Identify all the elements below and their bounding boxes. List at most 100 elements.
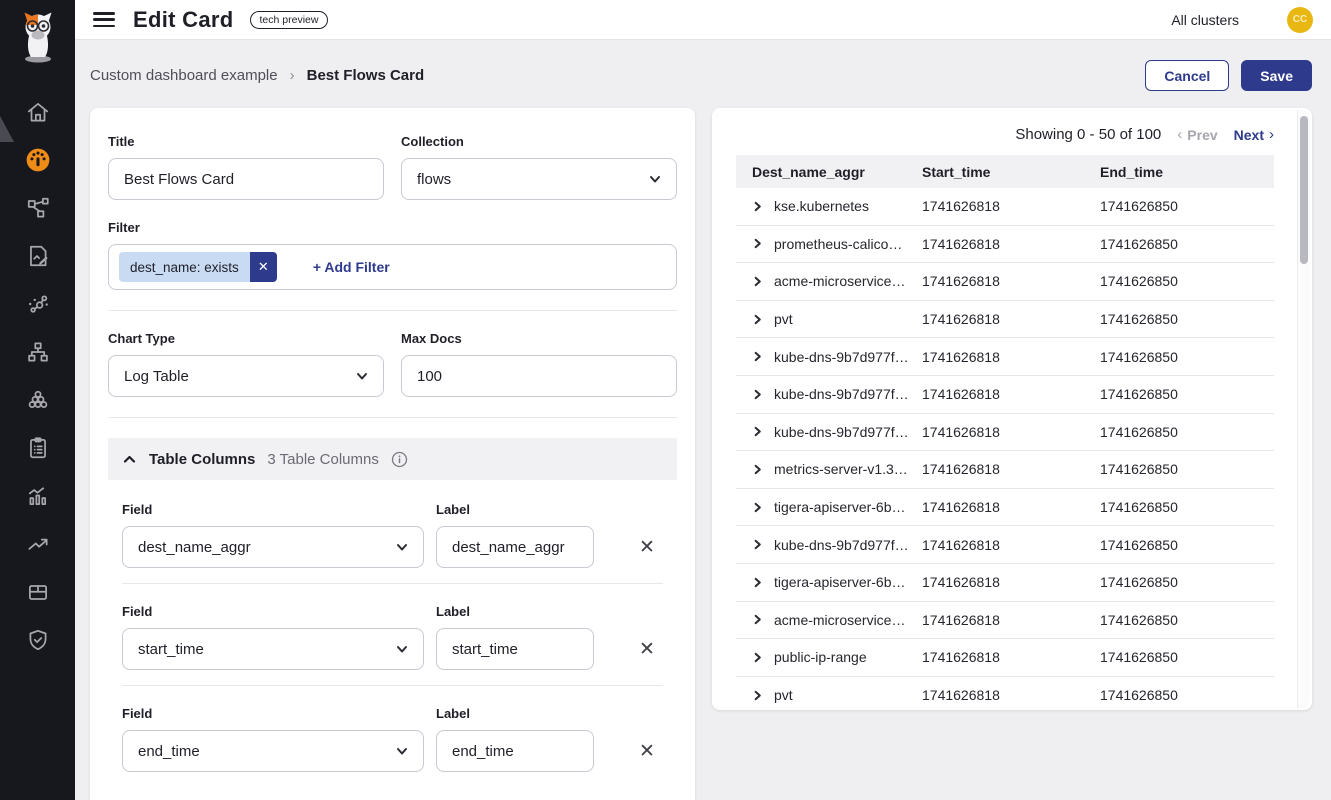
- sidebar-item-network[interactable]: [0, 184, 75, 232]
- divider: [108, 417, 677, 418]
- field-select[interactable]: dest_name_aggr: [122, 526, 424, 568]
- table-row[interactable]: kube-dns-9b7d977f… 1741626818 1741626850: [736, 414, 1274, 452]
- cat-logo-icon: [15, 10, 61, 64]
- filter-chip-remove-icon[interactable]: ✕: [250, 252, 277, 282]
- row-dest: pvt: [774, 311, 793, 327]
- scrollbar-thumb[interactable]: [1300, 116, 1308, 264]
- label-input[interactable]: [436, 526, 594, 568]
- prev-page-button[interactable]: ‹ Prev: [1177, 126, 1217, 143]
- remove-column-icon[interactable]: ✕: [634, 636, 660, 662]
- scrollbar-track[interactable]: [1297, 110, 1310, 708]
- expand-row-chevron-icon[interactable]: [752, 314, 763, 325]
- save-button[interactable]: Save: [1241, 60, 1312, 91]
- expand-row-chevron-icon[interactable]: [752, 426, 763, 437]
- table-columns-section-header[interactable]: Table Columns 3 Table Columns: [108, 438, 677, 480]
- table-row[interactable]: pvt 1741626818 1741626850: [736, 677, 1274, 710]
- expand-row-chevron-icon[interactable]: [752, 389, 763, 400]
- expand-row-chevron-icon[interactable]: [752, 201, 763, 212]
- info-icon[interactable]: [391, 451, 408, 468]
- chart-type-select[interactable]: Log Table: [108, 355, 384, 397]
- column-row: Field dest_name_aggr Label ✕: [122, 502, 663, 568]
- add-filter-button[interactable]: + Add Filter: [313, 259, 390, 275]
- column-row: Field end_time Label ✕: [122, 706, 663, 772]
- row-end: 1741626850: [1100, 499, 1274, 515]
- page-title: Edit Card: [133, 7, 234, 33]
- expand-row-chevron-icon[interactable]: [752, 351, 763, 362]
- row-dest: kube-dns-9b7d977f…: [774, 349, 909, 365]
- table-row[interactable]: kube-dns-9b7d977f… 1741626818 1741626850: [736, 526, 1274, 564]
- preview-panel: Showing 0 - 50 of 100 ‹ Prev Next › Dest…: [712, 108, 1312, 710]
- sidebar-item-clusters[interactable]: [0, 376, 75, 424]
- sidebar-item-topology[interactable]: [0, 328, 75, 376]
- expand-row-chevron-icon[interactable]: [752, 539, 763, 550]
- expand-row-chevron-icon[interactable]: [752, 577, 763, 588]
- row-dest: tigera-apiserver-6b…: [774, 499, 906, 515]
- expand-row-chevron-icon[interactable]: [752, 652, 763, 663]
- preview-table-body: kse.kubernetes 1741626818 1741626850 pro…: [736, 188, 1274, 710]
- sidebar-item-statistics[interactable]: [0, 472, 75, 520]
- avatar[interactable]: CC: [1287, 7, 1313, 33]
- home-icon: [25, 99, 51, 125]
- expand-row-chevron-icon[interactable]: [752, 238, 763, 249]
- next-page-button[interactable]: Next ›: [1234, 126, 1274, 143]
- field-select[interactable]: end_time: [122, 730, 424, 772]
- row-end: 1741626850: [1100, 236, 1274, 252]
- remove-column-icon[interactable]: ✕: [634, 738, 660, 764]
- row-start: 1741626818: [922, 649, 1100, 665]
- cancel-button[interactable]: Cancel: [1145, 60, 1229, 91]
- field-select[interactable]: start_time: [122, 628, 424, 670]
- cluster-selector[interactable]: All clusters: [1171, 12, 1239, 28]
- table-row[interactable]: prometheus-calico… 1741626818 1741626850: [736, 226, 1274, 264]
- expand-row-chevron-icon[interactable]: [752, 614, 763, 625]
- sitemap-icon: [25, 339, 51, 365]
- table-row[interactable]: kube-dns-9b7d977f… 1741626818 1741626850: [736, 376, 1274, 414]
- row-dest: kube-dns-9b7d977f…: [774, 386, 909, 402]
- row-dest: tigera-apiserver-6b…: [774, 574, 906, 590]
- table-row[interactable]: kube-dns-9b7d977f… 1741626818 1741626850: [736, 338, 1274, 376]
- expand-row-chevron-icon[interactable]: [752, 690, 763, 701]
- row-end: 1741626850: [1100, 386, 1274, 402]
- label-input[interactable]: [436, 628, 594, 670]
- label-input[interactable]: [436, 730, 594, 772]
- field-value: start_time: [138, 641, 204, 658]
- expand-row-chevron-icon[interactable]: [752, 464, 763, 475]
- row-end: 1741626850: [1100, 574, 1274, 590]
- row-end: 1741626850: [1100, 537, 1274, 553]
- sidebar-item-logs[interactable]: [0, 232, 75, 280]
- table-row[interactable]: acme-microservice… 1741626818 1741626850: [736, 263, 1274, 301]
- row-start: 1741626818: [922, 687, 1100, 703]
- chevron-left-icon: ‹: [1177, 126, 1182, 143]
- calico-cat-logo[interactable]: [0, 0, 75, 64]
- chart-stats-icon: [25, 483, 51, 509]
- row-end: 1741626850: [1100, 198, 1274, 214]
- table-row[interactable]: public-ip-range 1741626818 1741626850: [736, 639, 1274, 677]
- chart-type-value: Log Table: [124, 368, 189, 385]
- sidebar-item-security[interactable]: [0, 616, 75, 664]
- max-docs-input[interactable]: [401, 355, 677, 397]
- breadcrumb-parent[interactable]: Custom dashboard example: [90, 67, 278, 84]
- sidebar-item-trends[interactable]: [0, 520, 75, 568]
- table-row[interactable]: pvt 1741626818 1741626850: [736, 301, 1274, 339]
- divider: [108, 310, 677, 311]
- table-row[interactable]: metrics-server-v1.3… 1741626818 17416268…: [736, 451, 1274, 489]
- sidebar-item-home[interactable]: [0, 88, 75, 136]
- expand-row-chevron-icon[interactable]: [752, 276, 763, 287]
- title-input[interactable]: [108, 158, 384, 200]
- table-row[interactable]: kse.kubernetes 1741626818 1741626850: [736, 188, 1274, 226]
- expand-row-chevron-icon[interactable]: [752, 502, 763, 513]
- table-row[interactable]: tigera-apiserver-6b… 1741626818 17416268…: [736, 564, 1274, 602]
- remove-column-icon[interactable]: ✕: [634, 534, 660, 560]
- sidebar-item-compliance[interactable]: [0, 424, 75, 472]
- table-row[interactable]: acme-microservice… 1741626818 1741626850: [736, 602, 1274, 640]
- collection-select[interactable]: flows: [401, 158, 677, 200]
- row-dest: kse.kubernetes: [774, 198, 869, 214]
- breadcrumb-chevron-icon: ›: [290, 67, 295, 84]
- menu-toggle-icon[interactable]: [93, 12, 115, 27]
- sidebar-item-packages[interactable]: [0, 568, 75, 616]
- sidebar-item-service-graph[interactable]: [0, 280, 75, 328]
- sidebar-item-dashboards[interactable]: [0, 136, 75, 184]
- row-start: 1741626818: [922, 236, 1100, 252]
- row-start: 1741626818: [922, 424, 1100, 440]
- pagination-bar: Showing 0 - 50 of 100 ‹ Prev Next ›: [736, 126, 1274, 143]
- table-row[interactable]: tigera-apiserver-6b… 1741626818 17416268…: [736, 489, 1274, 527]
